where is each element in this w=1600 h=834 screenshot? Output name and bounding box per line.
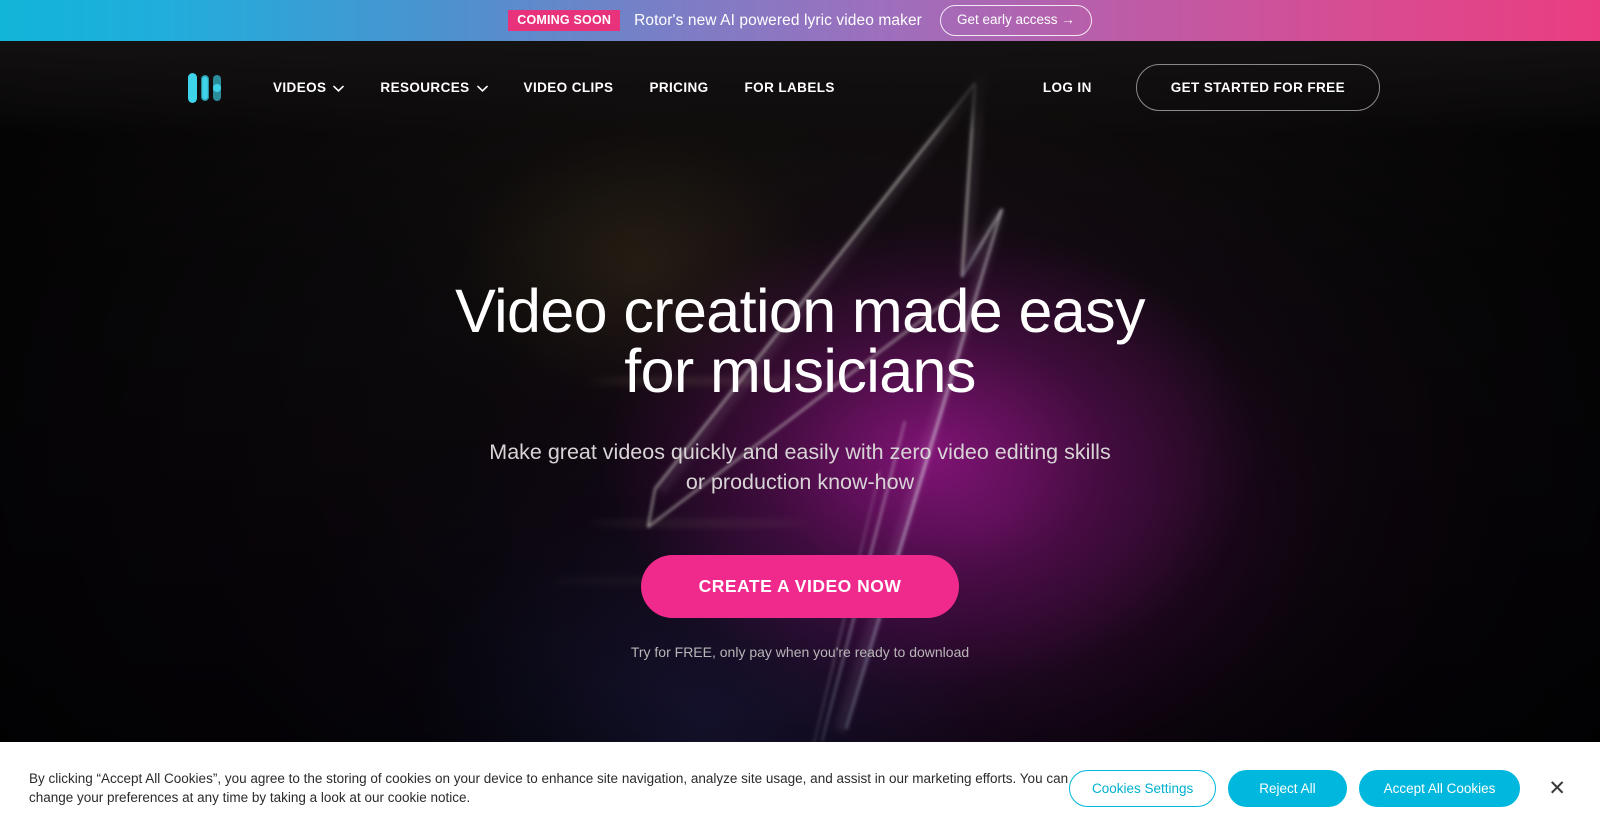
promo-message: Rotor's new AI powered lyric video maker [634, 11, 922, 29]
get-started-for-free-button[interactable]: GET STARTED FOR FREE [1135, 63, 1380, 111]
nav-item-pricing-label: PRICING [649, 79, 709, 95]
cookie-consent-banner: By clicking “Accept All Cookies”, you ag… [0, 742, 1600, 834]
nav-item-video-clips[interactable]: VIDEO CLIPS [524, 80, 614, 95]
create-a-video-now-button[interactable]: CREATE A VIDEO NOW [640, 555, 960, 618]
reject-all-button[interactable]: Reject All [1228, 769, 1347, 807]
rotor-logo[interactable] [186, 71, 226, 105]
nav-item-videos-label: VIDEOS [273, 79, 327, 95]
main-navigation: VIDEOS RESOURCES VIDEO CLIPS PRICING FOR… [0, 41, 1600, 133]
cookie-consent-actions: Cookies Settings Reject All Accept All C… [1068, 769, 1572, 807]
cookies-settings-button[interactable]: Cookies Settings [1068, 769, 1217, 807]
login-link[interactable]: LOG IN [1043, 80, 1092, 95]
page-root: COMING SOON Rotor's new AI powered lyric… [0, 0, 1600, 834]
get-early-access-button[interactable]: Get early access → [939, 5, 1092, 36]
nav-item-pricing[interactable]: PRICING [649, 80, 708, 95]
nav-item-resources-label: RESOURCES [380, 79, 470, 95]
hero-section [0, 41, 1600, 834]
chevron-down-icon [333, 85, 345, 92]
coming-soon-badge: COMING SOON [508, 10, 621, 31]
nav-links: VIDEOS RESOURCES VIDEO CLIPS PRICING FOR… [273, 41, 835, 133]
nav-item-videos[interactable]: VIDEOS [273, 79, 345, 95]
chevron-down-icon [476, 85, 488, 92]
cookie-consent-text: By clicking “Accept All Cookies”, you ag… [29, 771, 1069, 805]
promo-banner-inner: COMING SOON Rotor's new AI powered lyric… [508, 5, 1092, 36]
close-icon[interactable]: ✕ [1542, 774, 1572, 803]
nav-item-video-clips-label: VIDEO CLIPS [523, 79, 614, 95]
nav-item-for-labels-label: FOR LABELS [744, 79, 835, 95]
accept-all-cookies-button[interactable]: Accept All Cookies [1358, 769, 1521, 807]
nav-right-actions: LOG IN GET STARTED FOR FREE [1043, 41, 1600, 133]
hero-neon-streaks [0, 41, 1600, 834]
nav-item-for-labels[interactable]: FOR LABELS [745, 80, 835, 95]
promo-banner: COMING SOON Rotor's new AI powered lyric… [0, 0, 1600, 41]
nav-item-resources[interactable]: RESOURCES [380, 79, 488, 95]
